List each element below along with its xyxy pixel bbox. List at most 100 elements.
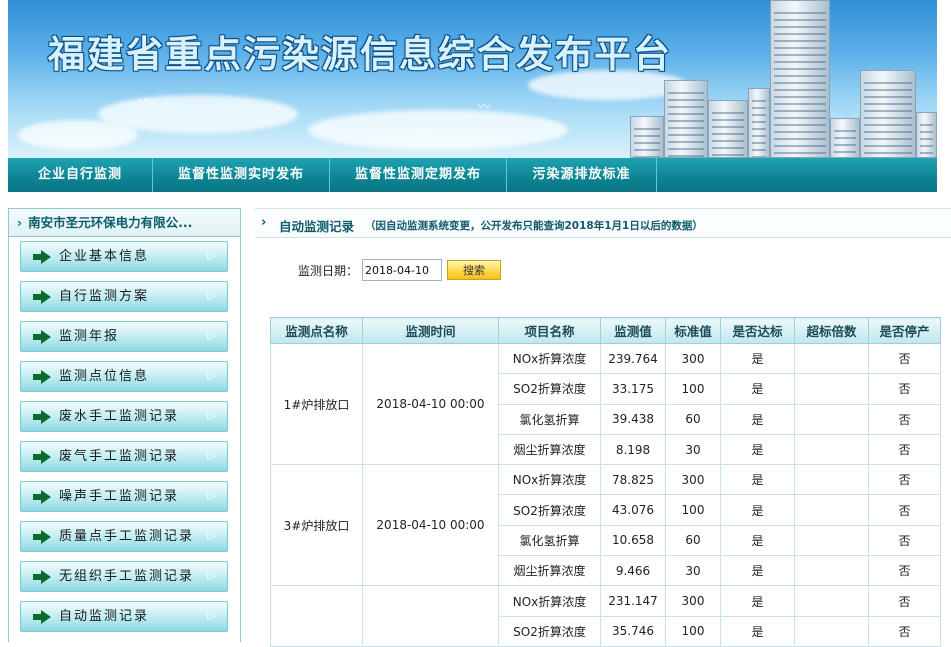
value-cell: 39.438 xyxy=(600,403,666,435)
exceed-ratio-cell xyxy=(794,433,869,466)
shutdown-cell: 否 xyxy=(868,585,941,617)
compliant-cell: 是 xyxy=(720,464,795,496)
arrow-right-icon xyxy=(33,450,51,464)
exceed-ratio-cell xyxy=(794,373,869,405)
value-cell: 231.147 xyxy=(600,585,666,617)
play-icon: ▷ xyxy=(207,251,215,262)
compliant-cell: 是 xyxy=(720,555,795,587)
standard-cell: 60 xyxy=(665,524,721,557)
date-input[interactable] xyxy=(362,259,443,281)
date-label: 监测日期： xyxy=(298,263,359,278)
monitor-point-cell: 3#炉排放口 xyxy=(270,464,363,587)
item-name-cell: SO2折算浓度 xyxy=(498,373,601,405)
standard-cell: 300 xyxy=(665,585,721,617)
exceed-ratio-cell xyxy=(794,464,869,496)
arrow-right-icon xyxy=(33,610,51,624)
building-decoration xyxy=(664,80,708,158)
records-table: 监测点名称 监测时间 项目名称 监测值 标准值 是否达标 超标倍数 是否停产 1#炉排放口 20… xyxy=(270,317,941,647)
sidebar-item[interactable]: 质量点手工监测记录 ▷ xyxy=(20,521,228,552)
company-name-header: › 南安市圣元环保电力有限公... xyxy=(9,209,240,237)
arrow-right-icon xyxy=(33,370,51,384)
arrow-right-icon xyxy=(33,290,51,304)
sidebar-item[interactable]: 监测年报 ▷ xyxy=(20,321,228,352)
sidebar-item-label: 监测年报 xyxy=(59,329,120,344)
compliant-cell: 是 xyxy=(720,342,795,375)
sidebar-item-label: 噪声手工监测记录 xyxy=(59,489,180,504)
sidebar-item[interactable]: 废气手工监测记录 ▷ xyxy=(20,441,228,472)
building-decoration xyxy=(860,70,916,158)
arrow-right-icon xyxy=(33,330,51,344)
standard-cell: 300 xyxy=(665,464,721,496)
standard-cell: 300 xyxy=(665,342,721,375)
arrow-right-icon xyxy=(33,570,51,584)
value-cell: 78.825 xyxy=(600,464,666,496)
search-button[interactable]: 搜索 xyxy=(447,260,502,280)
sidebar-item-label: 监测点位信息 xyxy=(59,369,150,384)
item-name-cell: 烟尘折算浓度 xyxy=(498,433,601,466)
sidebar-item[interactable]: 自行监测方案 ▷ xyxy=(20,281,228,312)
arrow-right-icon xyxy=(33,250,51,264)
sidebar-item[interactable]: 噪声手工监测记录 ▷ xyxy=(20,481,228,512)
shutdown-cell: 否 xyxy=(868,373,941,405)
exceed-ratio-cell xyxy=(794,494,869,526)
standard-cell: 100 xyxy=(665,373,721,405)
building-decoration xyxy=(630,116,664,158)
building-decoration xyxy=(830,118,860,158)
exceed-ratio-cell xyxy=(794,342,869,375)
nav-supervisory-realtime[interactable]: 监督性监测实时发布 xyxy=(153,158,330,192)
standard-cell: 100 xyxy=(665,494,721,526)
play-icon: ▷ xyxy=(207,491,215,502)
value-cell: 8.198 xyxy=(600,433,666,466)
cloud-decoration xyxy=(308,110,568,150)
nav-emission-standards[interactable]: 污染源排放标准 xyxy=(507,158,657,192)
item-name-cell: 烟尘折算浓度 xyxy=(498,555,601,587)
shutdown-cell: 否 xyxy=(868,403,941,435)
sidebar-item[interactable]: 监测点位信息 ▷ xyxy=(20,361,228,392)
exceed-ratio-cell xyxy=(794,524,869,557)
sidebar-item[interactable]: 企业基本信息 ▷ xyxy=(20,241,228,272)
item-name-cell: 氯化氢折算 xyxy=(498,403,601,435)
value-cell: 43.076 xyxy=(600,494,666,526)
nav-enterprise-self-monitoring[interactable]: 企业自行监测 xyxy=(8,158,153,192)
column-header: 监测点名称 xyxy=(270,317,363,344)
sidebar-item-label: 企业基本信息 xyxy=(59,249,150,264)
table-body: 1#炉排放口 2018-04-10 00:00 NOx折算浓度 239.764 300 是… xyxy=(270,342,941,647)
search-bar: 监测日期： 搜索 xyxy=(298,258,502,282)
sidebar-item[interactable]: 自动监测记录 ▷ xyxy=(20,601,228,632)
sidebar-item-label: 质量点手工监测记录 xyxy=(59,529,195,544)
section-note: （因自动监测系统变更，公开发布只能查询2018年1月1日以后的数据） xyxy=(365,220,703,232)
compliant-cell: 是 xyxy=(720,433,795,466)
table-row: NOx折算浓度 231.147 300 是 否 xyxy=(270,585,941,647)
sidebar-item[interactable]: 无组织手工监测记录 ▷ xyxy=(20,561,228,592)
bird-icon: 〰 xyxy=(478,100,492,115)
table-row: 1#炉排放口 2018-04-10 00:00 NOx折算浓度 239.764 300 是… xyxy=(270,342,941,466)
sidebar: › 南安市圣元环保电力有限公... 企业基本信息 ▷ 自行监测方案 ▷ 监测年报 ▷ 监测点位… xyxy=(8,208,241,642)
bird-icon: 〰 xyxy=(138,92,156,113)
sidebar-item-label: 自动监测记录 xyxy=(59,609,150,624)
exceed-ratio-cell xyxy=(794,555,869,587)
monitor-time-cell: 2018-04-10 00:00 xyxy=(362,464,499,587)
building-decoration xyxy=(916,112,937,158)
item-name-cell: NOx折算浓度 xyxy=(498,464,601,496)
column-header: 监测时间 xyxy=(362,317,499,344)
play-icon: ▷ xyxy=(207,411,215,422)
value-cell: 33.175 xyxy=(600,373,666,405)
monitor-time-cell: 2018-04-10 00:00 xyxy=(362,342,499,466)
play-icon: ▷ xyxy=(207,611,215,622)
nav-supervisory-periodic[interactable]: 监督性监测定期发布 xyxy=(330,158,507,192)
arrow-right-icon xyxy=(33,410,51,424)
play-icon: ▷ xyxy=(207,331,215,342)
play-icon: ▷ xyxy=(207,571,215,582)
exceed-ratio-cell xyxy=(794,585,869,617)
arrow-right-icon xyxy=(33,490,51,504)
sidebar-item[interactable]: 废水手工监测记录 ▷ xyxy=(20,401,228,432)
table-row: 3#炉排放口 2018-04-10 00:00 NOx折算浓度 78.825 300 是否 xyxy=(270,464,941,587)
item-name-cell: NOx折算浓度 xyxy=(498,342,601,375)
monitor-point-cell xyxy=(270,585,363,647)
table-header-row: 监测点名称 监测时间 项目名称 监测值 标准值 是否达标 超标倍数 是否停产 xyxy=(270,317,941,344)
shutdown-cell: 否 xyxy=(868,524,941,557)
play-icon: ▷ xyxy=(207,291,215,302)
column-header: 是否达标 xyxy=(720,317,795,344)
play-icon: ▷ xyxy=(207,451,215,462)
value-cell: 239.764 xyxy=(600,342,666,375)
